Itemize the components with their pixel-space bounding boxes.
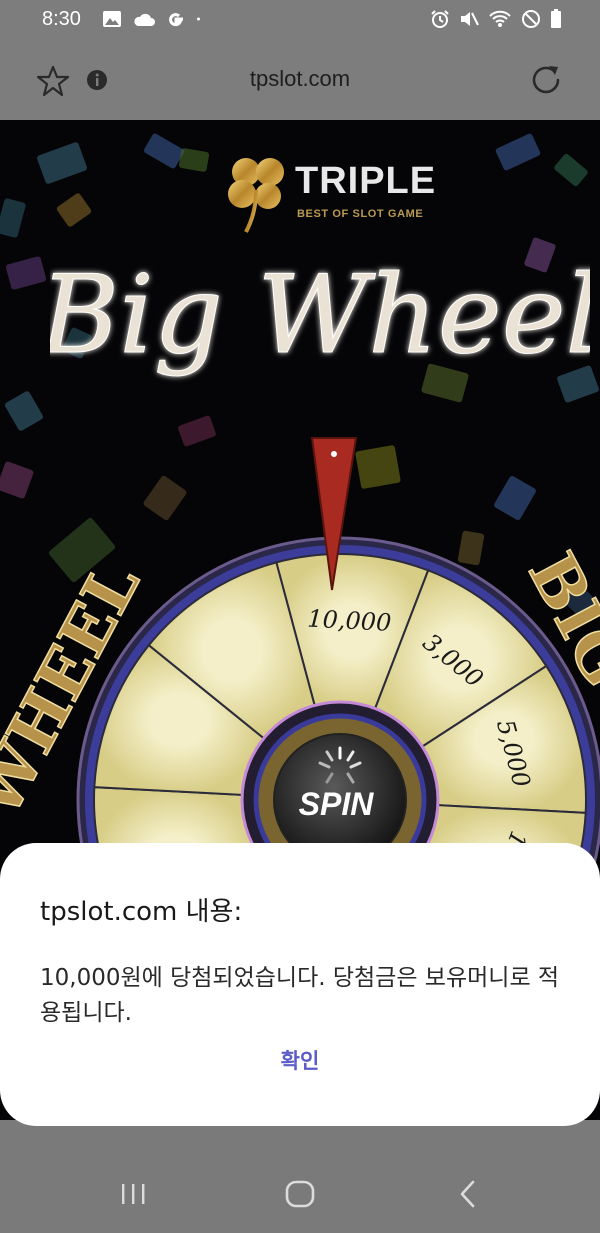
logo-subtitle: BEST OF SLOT GAME (297, 208, 424, 220)
alert-dialog: tpslot.com 내용: 10,000원에 당첨되었습니다. 당첨금은 보유… (0, 843, 600, 1126)
big-wheel-title-text: Big Wheel (50, 253, 590, 378)
dialog-title: tpslot.com 내용: (40, 897, 243, 927)
confetti (0, 197, 27, 239)
confetti (178, 147, 210, 173)
alarm-icon (431, 10, 449, 28)
dialog-message: 10,000원에 당첨되었습니다. 당첨금은 보유머니로 적용됩니다. (40, 965, 560, 1026)
status-left-icons (102, 9, 206, 29)
dialog-ok-button[interactable]: 확인 (0, 1045, 600, 1075)
confetti (55, 192, 93, 228)
clover-icon (228, 158, 284, 233)
gallery-icon (103, 11, 121, 27)
confetti (553, 152, 589, 188)
recent-apps-icon[interactable] (117, 1178, 149, 1210)
triple-logo: TRIPLE BEST OF SLOT GAME (218, 146, 468, 236)
home-icon[interactable] (284, 1178, 316, 1210)
status-time: 8:30 (42, 8, 81, 30)
status-right-icons (430, 9, 562, 29)
browser-url-bar: tpslot.com (0, 40, 600, 120)
spin-label[interactable]: SPIN (299, 786, 375, 822)
screen: 8:30 tpslot.com TRIPLE BEST OF SLOT GAME… (0, 0, 600, 1233)
status-bar: 8:30 (0, 0, 600, 40)
url-text[interactable]: tpslot.com (0, 66, 600, 92)
confetti (5, 255, 47, 291)
confetti (494, 132, 542, 172)
cloud-icon (134, 13, 155, 26)
google-icon (169, 13, 183, 27)
wheel-segment-label: 10,000 (307, 605, 392, 637)
do-not-disturb-icon (522, 10, 540, 28)
navigation-bar (0, 1136, 600, 1233)
mute-icon (461, 12, 479, 26)
logo-title: TRIPLE (295, 160, 437, 202)
big-wheel-title: Big Wheel (50, 253, 590, 379)
wifi-icon (489, 10, 511, 27)
battery-icon (551, 9, 561, 28)
confetti (36, 141, 88, 185)
dot-icon (197, 17, 200, 21)
confetti (3, 390, 45, 432)
reload-icon[interactable] (528, 62, 564, 98)
pointer-pin (331, 451, 337, 457)
back-icon[interactable] (452, 1178, 484, 1210)
